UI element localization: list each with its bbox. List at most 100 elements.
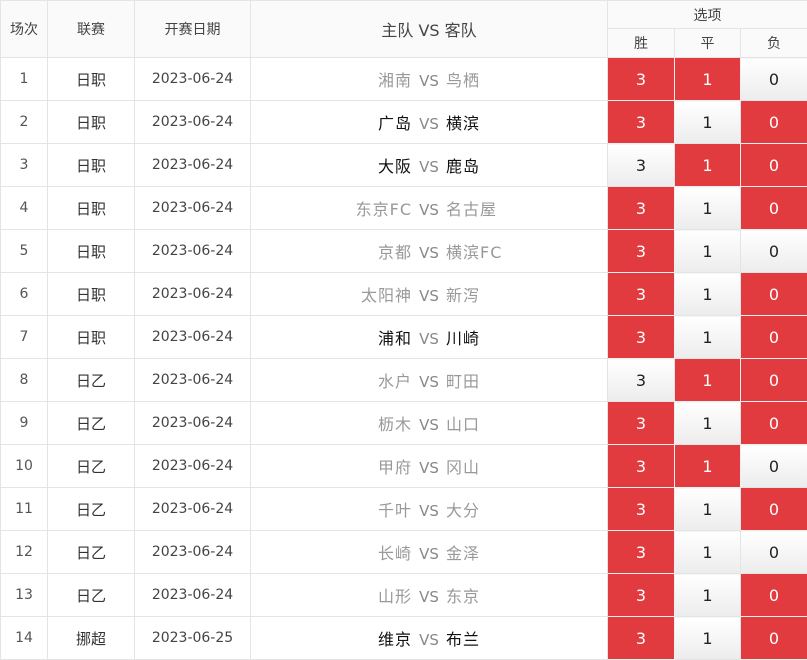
option-win-button[interactable]: 3 [608, 187, 675, 230]
match-date: 2023-06-24 [135, 101, 251, 144]
vs-label: VS [412, 502, 446, 520]
option-win-button[interactable]: 3 [608, 144, 675, 187]
option-loss-button[interactable]: 0 [741, 488, 807, 531]
league-name: 日乙 [48, 574, 135, 617]
home-team: 枥木 [354, 411, 412, 435]
option-draw-button[interactable]: 1 [675, 101, 741, 144]
option-loss-button[interactable]: 0 [741, 273, 807, 316]
round-number: 3 [1, 144, 48, 187]
option-win-button[interactable]: 3 [608, 359, 675, 402]
home-team: 太阳神 [354, 282, 412, 306]
option-win-button[interactable]: 3 [608, 101, 675, 144]
away-team: 新泻 [446, 282, 504, 306]
league-name: 日乙 [48, 359, 135, 402]
table-row: 3日职2023-06-24大阪VS鹿岛310 [1, 144, 807, 187]
away-team: 鸟栖 [446, 67, 504, 91]
away-team: 横滨 [446, 110, 504, 134]
match-table: 场次 联赛 开赛日期 主队 VS 客队 选项 胜 平 负 1日职2023-06-… [0, 0, 807, 660]
header-date: 开赛日期 [135, 1, 251, 58]
option-win-button[interactable]: 3 [608, 574, 675, 617]
option-loss-button[interactable]: 0 [741, 574, 807, 617]
option-win-button[interactable]: 3 [608, 316, 675, 359]
vs-label: VS [412, 115, 446, 133]
match-teams: 东京FCVS名古屋 [251, 187, 608, 230]
option-draw-button[interactable]: 1 [675, 574, 741, 617]
league-name: 日乙 [48, 402, 135, 445]
option-draw-button[interactable]: 1 [675, 617, 741, 660]
option-win-button[interactable]: 3 [608, 58, 675, 101]
option-draw-button[interactable]: 1 [675, 187, 741, 230]
header-win: 胜 [608, 29, 675, 58]
vs-label: VS [412, 373, 446, 391]
option-loss-button[interactable]: 0 [741, 230, 807, 273]
option-loss-button[interactable]: 0 [741, 359, 807, 402]
vs-label: VS [412, 459, 446, 477]
option-loss-button[interactable]: 0 [741, 531, 807, 574]
match-date: 2023-06-24 [135, 316, 251, 359]
option-loss-button[interactable]: 0 [741, 316, 807, 359]
away-team: 大分 [446, 497, 504, 521]
option-draw-button[interactable]: 1 [675, 230, 741, 273]
option-draw-button[interactable]: 1 [675, 58, 741, 101]
match-date: 2023-06-24 [135, 574, 251, 617]
match-date: 2023-06-24 [135, 230, 251, 273]
away-team: 金泽 [446, 540, 504, 564]
table-row: 13日乙2023-06-24山形VS东京310 [1, 574, 807, 617]
header-loss: 负 [741, 29, 807, 58]
table-row: 2日职2023-06-24广岛VS横滨310 [1, 101, 807, 144]
away-team: 鹿岛 [446, 153, 504, 177]
option-win-button[interactable]: 3 [608, 273, 675, 316]
match-teams: 京都VS横滨FC [251, 230, 608, 273]
option-loss-button[interactable]: 0 [741, 187, 807, 230]
option-draw-button[interactable]: 1 [675, 531, 741, 574]
round-number: 12 [1, 531, 48, 574]
option-draw-button[interactable]: 1 [675, 273, 741, 316]
option-loss-button[interactable]: 0 [741, 445, 807, 488]
option-draw-button[interactable]: 1 [675, 445, 741, 488]
option-win-button[interactable]: 3 [608, 531, 675, 574]
match-teams: 广岛VS横滨 [251, 101, 608, 144]
option-draw-button[interactable]: 1 [675, 402, 741, 445]
match-teams: 山形VS东京 [251, 574, 608, 617]
match-teams: 太阳神VS新泻 [251, 273, 608, 316]
option-draw-button[interactable]: 1 [675, 316, 741, 359]
option-win-button[interactable]: 3 [608, 445, 675, 488]
match-date: 2023-06-24 [135, 187, 251, 230]
option-win-button[interactable]: 3 [608, 617, 675, 660]
match-date: 2023-06-25 [135, 617, 251, 660]
option-draw-button[interactable]: 1 [675, 144, 741, 187]
table-row: 7日职2023-06-24浦和VS川崎310 [1, 316, 807, 359]
table-row: 10日乙2023-06-24甲府VS冈山310 [1, 445, 807, 488]
match-date: 2023-06-24 [135, 488, 251, 531]
home-team: 浦和 [354, 325, 412, 349]
match-teams: 湘南VS鸟栖 [251, 58, 608, 101]
home-team: 湘南 [354, 67, 412, 91]
header-league: 联赛 [48, 1, 135, 58]
option-win-button[interactable]: 3 [608, 230, 675, 273]
round-number: 14 [1, 617, 48, 660]
home-team: 大阪 [354, 153, 412, 177]
option-draw-button[interactable]: 1 [675, 488, 741, 531]
league-name: 日职 [48, 316, 135, 359]
vs-label: VS [412, 72, 446, 90]
option-loss-button[interactable]: 0 [741, 144, 807, 187]
vs-label: VS [412, 588, 446, 606]
option-loss-button[interactable]: 0 [741, 402, 807, 445]
option-loss-button[interactable]: 0 [741, 101, 807, 144]
option-draw-button[interactable]: 1 [675, 359, 741, 402]
vs-label: VS [412, 330, 446, 348]
option-win-button[interactable]: 3 [608, 402, 675, 445]
away-team: 名古屋 [446, 196, 504, 220]
vs-label: VS [412, 631, 446, 649]
round-number: 1 [1, 58, 48, 101]
table-row: 1日职2023-06-24湘南VS鸟栖310 [1, 58, 807, 101]
match-date: 2023-06-24 [135, 445, 251, 488]
vs-label: VS [412, 545, 446, 563]
table-row: 4日职2023-06-24东京FCVS名古屋310 [1, 187, 807, 230]
table-row: 5日职2023-06-24京都VS横滨FC310 [1, 230, 807, 273]
option-loss-button[interactable]: 0 [741, 58, 807, 101]
match-teams: 大阪VS鹿岛 [251, 144, 608, 187]
option-win-button[interactable]: 3 [608, 488, 675, 531]
option-loss-button[interactable]: 0 [741, 617, 807, 660]
home-team: 京都 [354, 239, 412, 263]
